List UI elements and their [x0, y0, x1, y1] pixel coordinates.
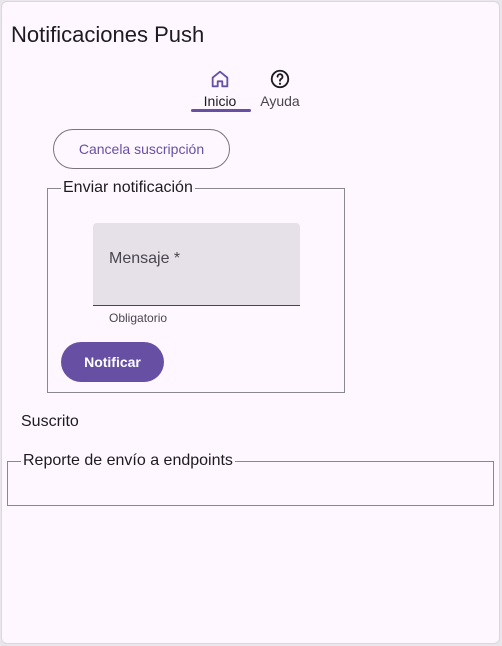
app-title: Notificaciones Push	[11, 22, 205, 47]
endpoint-report-panel: Reporte de envío a endpoints	[7, 452, 494, 506]
message-field[interactable]: Mensaje *	[93, 223, 300, 306]
send-notification-legend: Enviar notificación	[63, 179, 193, 196]
tab-ayuda-label: Ayuda	[260, 93, 300, 109]
cancel-subscription-button[interactable]: Cancela suscripción	[53, 129, 230, 169]
active-tab-indicator	[191, 109, 251, 112]
tab-ayuda[interactable]: Ayuda	[250, 66, 310, 112]
tab-inicio[interactable]: Inicio	[190, 66, 251, 112]
tab-bar: Inicio Ayuda	[190, 66, 310, 114]
home-icon	[211, 70, 229, 88]
tab-inicio-label: Inicio	[203, 93, 237, 109]
help-icon	[270, 69, 290, 89]
notify-button[interactable]: Notificar	[61, 342, 164, 382]
subscription-status: Suscrito	[21, 413, 79, 430]
message-support-text: Obligatorio	[109, 311, 168, 325]
message-field-label: Mensaje *	[109, 250, 181, 267]
endpoint-report-legend: Reporte de envío a endpoints	[23, 452, 233, 469]
